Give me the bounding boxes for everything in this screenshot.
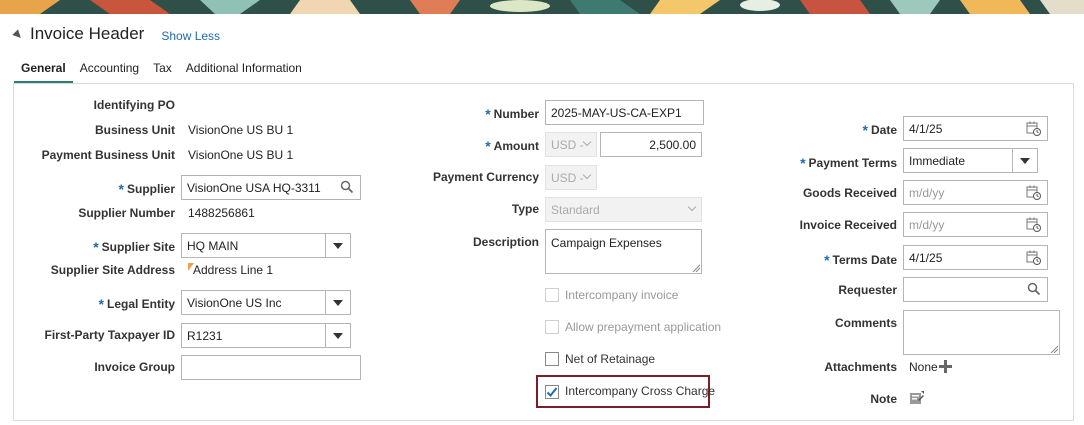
- allow-prepayment-label: Allow prepayment application: [565, 320, 722, 334]
- date-label: * Date: [862, 122, 897, 138]
- calendar-icon[interactable]: [1026, 121, 1041, 139]
- chevron-down-icon: [687, 202, 697, 212]
- description-label: Description: [472, 235, 539, 249]
- supplier-site-address-value: Address Line 1: [188, 263, 273, 277]
- tab-general[interactable]: General: [14, 58, 73, 84]
- required-marker: *: [485, 106, 491, 122]
- invoice-received-input[interactable]: m/d/yy: [903, 212, 1048, 237]
- invoice-received-label: Invoice Received: [799, 218, 897, 232]
- goods-received-label: Goods Received: [802, 186, 897, 200]
- amount-currency-select: USD -: [545, 132, 597, 157]
- chevron-down-icon[interactable]: [325, 324, 350, 347]
- comments-textarea[interactable]: [903, 310, 1060, 355]
- show-less-link[interactable]: Show Less: [161, 29, 220, 43]
- tab-tax[interactable]: Tax: [146, 58, 179, 84]
- payment-business-unit-label: Payment Business Unit: [41, 148, 175, 162]
- supplier-site-select[interactable]: HQ MAIN: [181, 233, 351, 258]
- requester-label: Requester: [838, 283, 897, 297]
- payment-currency-select: USD -: [545, 165, 597, 190]
- search-icon[interactable]: [340, 180, 354, 197]
- intercompany-cross-charge-checkbox[interactable]: [545, 385, 559, 399]
- required-marker: *: [485, 138, 491, 154]
- search-icon[interactable]: [1027, 282, 1041, 299]
- payment-terms-label: * Payment Terms: [800, 155, 897, 171]
- note-label: Note: [870, 392, 897, 406]
- supplier-label: * Supplier: [118, 181, 175, 197]
- payment-terms-select[interactable]: Immediate: [903, 148, 1038, 173]
- identifying-po-label: Identifying PO: [93, 98, 175, 112]
- type-select: Standard: [545, 197, 702, 222]
- legal-entity-select[interactable]: VisionOne US Inc: [181, 290, 351, 315]
- attachments-label: Attachments: [824, 360, 897, 374]
- first-party-taxpayer-id-label: First-Party Taxpayer ID: [44, 328, 176, 342]
- goods-received-input[interactable]: m/d/yy: [903, 180, 1048, 205]
- supplier-site-address-label: Supplier Site Address: [50, 263, 175, 277]
- number-input[interactable]: 2025-MAY-US-CA-EXP1: [545, 100, 704, 125]
- business-unit-label: Business Unit: [94, 123, 175, 137]
- supplier-input[interactable]: VisionOne USA HQ-3311: [181, 175, 361, 200]
- resize-handle-icon[interactable]: [692, 264, 700, 272]
- amount-label: * Amount: [485, 138, 539, 154]
- chevron-down-icon[interactable]: [325, 234, 350, 257]
- plus-icon[interactable]: [939, 360, 952, 376]
- description-textarea[interactable]: Campaign Expenses: [545, 229, 702, 274]
- supplier-number-value: 1488256861: [188, 206, 255, 220]
- net-of-retainage-checkbox[interactable]: [545, 352, 559, 366]
- calendar-icon[interactable]: [1026, 185, 1041, 203]
- tab-bar: General Accounting Tax Additional Inform…: [14, 58, 309, 84]
- supplier-number-label: Supplier Number: [78, 206, 175, 220]
- legal-entity-label: * Legal Entity: [98, 296, 175, 312]
- amount-input[interactable]: 2,500.00: [600, 132, 702, 157]
- collapse-triangle-icon[interactable]: [12, 29, 24, 41]
- flag-corner-icon: [188, 263, 194, 271]
- net-of-retainage-label: Net of Retainage: [565, 352, 656, 366]
- supplier-site-label: * Supplier Site: [93, 239, 175, 255]
- payment-business-unit-value: VisionOne US BU 1: [188, 148, 294, 162]
- attachments-value: None: [909, 360, 938, 374]
- terms-date-input[interactable]: 4/1/25: [903, 245, 1048, 270]
- intercompany-invoice-checkbox: [545, 288, 559, 302]
- chevron-down-icon[interactable]: [325, 291, 350, 314]
- checkmark-icon: [546, 387, 558, 397]
- required-marker: *: [800, 155, 806, 171]
- type-label: Type: [511, 202, 539, 216]
- note-icon[interactable]: [909, 391, 924, 409]
- chevron-down-icon: [582, 137, 592, 147]
- allow-prepayment-checkbox: [545, 320, 559, 334]
- business-unit-value: VisionOne US BU 1: [188, 123, 294, 137]
- decorative-banner: [0, 0, 1084, 14]
- required-marker: *: [98, 296, 104, 312]
- invoice-group-input[interactable]: [181, 355, 361, 380]
- calendar-icon[interactable]: [1026, 217, 1041, 235]
- required-marker: *: [93, 239, 99, 255]
- intercompany-cross-charge-label: Intercompany Cross Charge: [565, 384, 716, 398]
- chevron-down-icon: [582, 170, 592, 180]
- required-marker: *: [118, 181, 124, 197]
- terms-date-label: * Terms Date: [824, 252, 897, 268]
- page-title: Invoice Header: [30, 24, 145, 43]
- invoice-header: Invoice Header Show Less: [12, 24, 220, 44]
- first-party-taxpayer-id-select[interactable]: R1231: [181, 323, 351, 348]
- calendar-icon[interactable]: [1026, 250, 1041, 268]
- requester-input[interactable]: [903, 277, 1048, 302]
- required-marker: *: [862, 122, 868, 138]
- required-marker: *: [824, 252, 830, 268]
- invoice-group-label: Invoice Group: [94, 360, 175, 374]
- intercompany-invoice-label: Intercompany invoice: [565, 288, 679, 302]
- date-input[interactable]: 4/1/25: [903, 116, 1048, 141]
- number-label: * Number: [485, 106, 539, 122]
- comments-label: Comments: [834, 316, 897, 330]
- chevron-down-icon[interactable]: [1012, 149, 1037, 172]
- tab-accounting[interactable]: Accounting: [73, 58, 146, 84]
- payment-currency-label: Payment Currency: [432, 170, 539, 184]
- tab-additional-information[interactable]: Additional Information: [179, 58, 309, 84]
- resize-handle-icon[interactable]: [1050, 345, 1058, 353]
